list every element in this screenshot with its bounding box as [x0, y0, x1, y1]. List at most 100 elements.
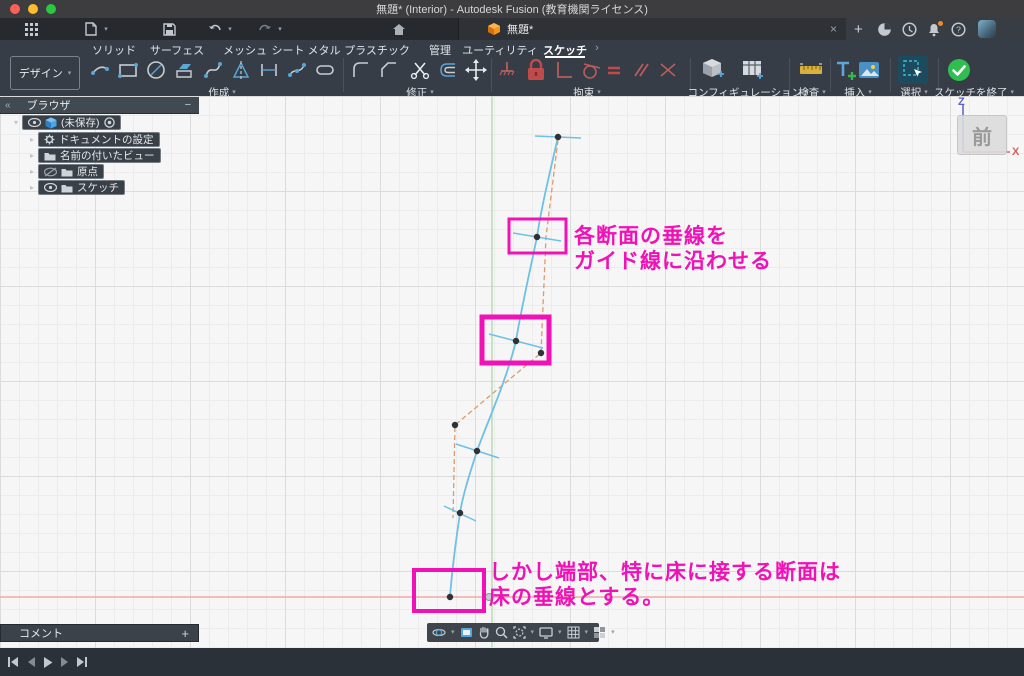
line-tool-icon[interactable] — [88, 58, 112, 82]
timeline-go-start-icon[interactable] — [6, 655, 20, 669]
collapse-panel-icon[interactable]: « — [5, 100, 11, 111]
configure-cube-icon[interactable] — [700, 58, 724, 82]
measure-ruler-icon[interactable] — [798, 58, 822, 82]
pan-hand-icon[interactable] — [478, 626, 490, 639]
chamfer-tool-icon[interactable] — [377, 58, 401, 82]
grid-caret-icon[interactable]: ▾ — [585, 629, 589, 636]
save-icon[interactable] — [160, 20, 178, 38]
mirror-tool-icon[interactable] — [229, 58, 253, 82]
tab-sketch[interactable]: スケッチ — [543, 42, 587, 56]
viewcube[interactable]: 前 — [957, 115, 1007, 155]
spline-tool-icon[interactable] — [201, 58, 225, 82]
expand-caret-icon[interactable]: ▸ — [26, 151, 38, 160]
expand-caret-icon[interactable]: ▸ — [26, 167, 38, 176]
insert-image-icon[interactable] — [857, 58, 881, 82]
tab-surface[interactable]: サーフェス — [150, 42, 204, 56]
minimize-panel-icon[interactable]: − — [185, 99, 191, 111]
insert-text-icon[interactable] — [833, 58, 857, 82]
timeline-bar — [0, 648, 1024, 676]
offset-tool-icon[interactable] — [436, 58, 460, 82]
redo-caret-icon[interactable]: ▾ — [271, 20, 289, 38]
perpendicular-constraint-icon[interactable] — [552, 58, 576, 82]
orbit-icon[interactable] — [432, 626, 446, 639]
look-at-icon[interactable] — [460, 626, 473, 639]
data-panel-grid-icon[interactable] — [22, 20, 40, 38]
avatar[interactable] — [978, 20, 996, 38]
close-tab-icon[interactable]: × — [830, 22, 837, 36]
timeline-step-back-icon[interactable] — [24, 655, 38, 669]
fillet-tool-icon[interactable] — [349, 58, 373, 82]
timeline-step-forward-icon[interactable] — [58, 655, 72, 669]
expand-caret-icon[interactable]: ▸ — [26, 135, 38, 144]
finish-sketch-icon[interactable] — [946, 58, 970, 82]
add-comment-icon[interactable]: + — [181, 626, 189, 641]
fit-caret-icon[interactable]: ▾ — [531, 629, 535, 636]
comments-label: コメント — [19, 625, 63, 641]
slot-tool-icon[interactable] — [313, 58, 337, 82]
workspace-selector[interactable]: デザイン▾ — [10, 56, 80, 90]
file-menu-caret-icon[interactable]: ▾ — [97, 20, 115, 38]
browser-item-label: ドキュメントの設定 — [59, 132, 154, 147]
viewports-icon[interactable] — [593, 626, 606, 639]
expand-caret-icon[interactable]: ▾ — [10, 118, 22, 127]
home-icon[interactable] — [390, 20, 408, 38]
tab-sheet-metal[interactable]: シート メタル — [271, 42, 340, 56]
display-settings-icon[interactable] — [539, 627, 553, 639]
workspace-label: デザイン — [19, 65, 63, 81]
select-tool-icon[interactable] — [901, 58, 925, 82]
minimize-window-button[interactable] — [28, 4, 38, 14]
trim-scissors-icon[interactable] — [408, 58, 432, 82]
viewports-caret-icon[interactable]: ▾ — [611, 629, 615, 636]
visibility-off-eye-icon[interactable] — [44, 167, 57, 177]
display-caret-icon[interactable]: ▾ — [558, 629, 562, 636]
notifications-bell-icon[interactable] — [927, 22, 941, 37]
grid-settings-icon[interactable] — [567, 626, 580, 639]
circle-tool-icon[interactable] — [144, 58, 168, 82]
help-icon[interactable]: ? — [951, 22, 966, 37]
tab-utilities[interactable]: ユーティリティ — [462, 42, 538, 56]
equal-constraint-icon[interactable] — [602, 58, 626, 82]
gear-icon — [44, 134, 55, 145]
symmetry-constraint-icon[interactable] — [656, 58, 680, 82]
fit-view-icon[interactable] — [513, 626, 526, 639]
browser-panel-header[interactable]: « ブラウザ − — [0, 97, 199, 114]
tab-mesh[interactable]: メッシュ — [223, 42, 267, 56]
configuration-table-icon[interactable] — [740, 58, 764, 82]
browser-panel-title: ブラウザ — [27, 97, 71, 113]
browser-item-document-settings[interactable]: ▸ ドキュメントの設定 — [26, 132, 160, 147]
rectangle-tool-icon[interactable] — [116, 58, 140, 82]
dimension-tool-icon[interactable] — [257, 58, 281, 82]
fix-constraint-icon[interactable] — [495, 58, 519, 82]
ribbon-separator — [789, 58, 790, 92]
tangent-constraint-icon[interactable] — [579, 58, 603, 82]
visibility-eye-icon[interactable] — [44, 183, 57, 192]
move-tool-icon[interactable] — [464, 58, 488, 82]
browser-item-sketch[interactable]: ▸ スケッチ — [26, 180, 125, 195]
create-form-icon[interactable] — [172, 58, 196, 82]
zoom-magnifier-icon[interactable] — [495, 626, 508, 639]
browser-item-origin[interactable]: ▸ 原点 — [26, 164, 104, 179]
visibility-eye-icon[interactable] — [28, 118, 41, 127]
recent-clock-icon[interactable] — [902, 22, 917, 37]
browser-item-named-views[interactable]: ▸ 名前の付いたビュー — [26, 148, 161, 163]
tab-solid[interactable]: ソリッド — [92, 42, 136, 56]
expand-caret-icon[interactable]: ▸ — [26, 183, 38, 192]
lock-constraint-icon[interactable] — [524, 58, 548, 82]
close-window-button[interactable] — [10, 4, 20, 14]
fit-point-spline-icon[interactable] — [285, 58, 309, 82]
undo-caret-icon[interactable]: ▾ — [221, 20, 239, 38]
orbit-caret-icon[interactable]: ▾ — [451, 629, 455, 636]
comments-panel[interactable]: コメント + — [0, 624, 199, 642]
tab-plastic[interactable]: プラスチック — [344, 42, 410, 56]
timeline-play-icon[interactable] — [41, 655, 55, 669]
document-tab[interactable]: 無題* × — [458, 18, 848, 40]
zoom-window-button[interactable] — [46, 4, 56, 14]
extensions-icon[interactable] — [877, 22, 892, 37]
tab-overflow-icon[interactable]: › — [595, 42, 599, 56]
new-tab-plus-icon[interactable]: + — [854, 22, 863, 37]
tab-manage[interactable]: 管理 — [429, 42, 451, 56]
browser-root-row[interactable]: ▾ (未保存) — [10, 115, 121, 130]
timeline-go-end-icon[interactable] — [75, 655, 89, 669]
ground-target-icon[interactable] — [104, 117, 115, 128]
parallel-constraint-icon[interactable] — [629, 58, 653, 82]
